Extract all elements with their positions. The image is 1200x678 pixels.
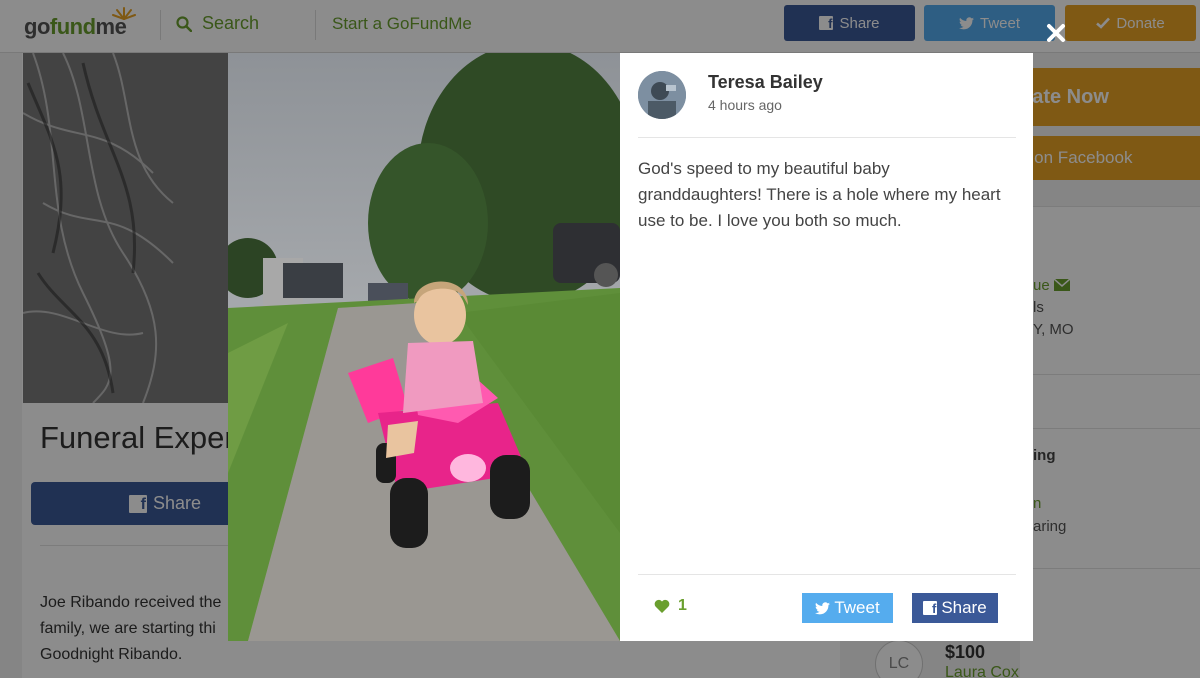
author-avatar: [638, 71, 686, 119]
comment-author[interactable]: Teresa Bailey: [708, 72, 823, 93]
comment-share-label: Share: [941, 598, 987, 617]
comment-modal: Teresa Bailey 4 hours ago God's speed to…: [228, 53, 1033, 641]
comment-divider: [638, 137, 1016, 138]
comment-time: 4 hours ago: [708, 97, 782, 113]
comment-share-button[interactable]: f Share: [912, 593, 998, 623]
comment-divider: [638, 574, 1016, 575]
comment-tweet-label: Tweet: [834, 598, 880, 617]
comment-panel: Teresa Bailey 4 hours ago God's speed to…: [620, 53, 1033, 641]
close-icon[interactable]: [1045, 22, 1067, 44]
like-button[interactable]: 1: [654, 597, 687, 615]
comment-photo: [228, 53, 620, 641]
twitter-icon: [815, 601, 831, 614]
comment-tweet-button[interactable]: Tweet: [802, 593, 893, 623]
like-count: 1: [678, 597, 687, 614]
facebook-icon: f: [923, 601, 938, 615]
heart-icon: [654, 599, 670, 613]
comment-message: God's speed to my beautiful baby grandda…: [638, 159, 1001, 230]
